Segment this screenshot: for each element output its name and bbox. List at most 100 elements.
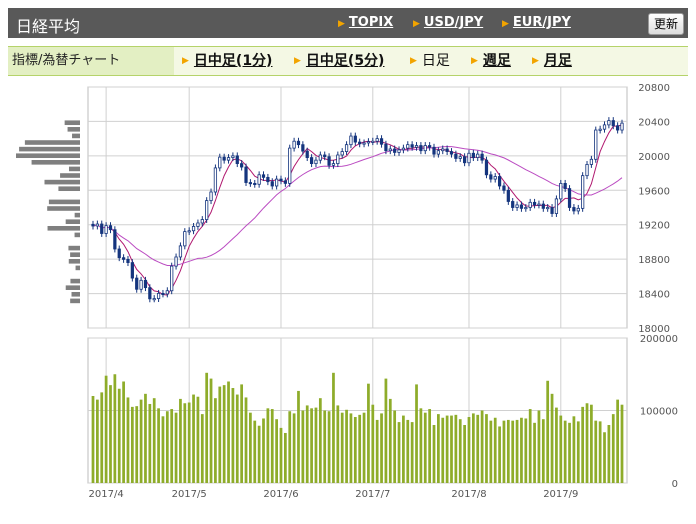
candle-body — [231, 155, 235, 158]
volume-bar — [253, 420, 257, 483]
volume-bar — [292, 413, 296, 483]
volume-bar — [533, 422, 536, 483]
candle-body — [616, 125, 620, 131]
month-label: 2017/9 — [543, 489, 578, 500]
candle-body — [270, 181, 274, 187]
candle-body — [248, 182, 253, 185]
volume-bar — [620, 404, 624, 483]
candle-body — [323, 154, 327, 158]
candle-body — [353, 135, 357, 143]
candle-body — [515, 204, 519, 208]
volume-bar — [581, 406, 585, 483]
volume-bar — [493, 417, 497, 483]
candle-body — [275, 178, 279, 187]
volume-bar — [266, 408, 270, 483]
volume-bar — [410, 422, 414, 483]
volume-bar — [183, 403, 187, 483]
volume-bar — [520, 417, 523, 483]
candle-body — [156, 292, 161, 299]
volume-bar — [450, 415, 453, 483]
candle-body — [576, 207, 580, 212]
volume-bar — [402, 415, 405, 483]
volume-bar — [524, 418, 528, 483]
profile-bar — [47, 206, 80, 211]
candle-body — [130, 262, 134, 279]
volume-bar — [568, 422, 571, 483]
profile-bar — [19, 146, 80, 152]
volume-bar — [550, 393, 554, 483]
candle-body — [183, 231, 187, 247]
candle-body — [401, 147, 406, 151]
candle-body — [91, 223, 95, 227]
profile-bar — [68, 258, 80, 264]
volume-bar — [262, 418, 265, 483]
candle-body — [362, 142, 366, 145]
price-tick-label: 19200 — [638, 221, 670, 232]
candle-body — [283, 180, 287, 184]
volume-bar — [480, 410, 484, 483]
volume-bar — [506, 419, 510, 483]
candle-body — [235, 155, 239, 165]
volume-tick-label: 200000 — [640, 334, 678, 345]
candle-body — [449, 151, 454, 155]
candle-body — [550, 207, 554, 214]
profile-bar — [44, 179, 80, 185]
volume-bar — [528, 409, 532, 483]
candle-body — [318, 154, 322, 161]
volume-bar — [406, 419, 410, 483]
volume-bar — [323, 410, 327, 483]
candle-body — [161, 292, 165, 295]
volume-bar — [441, 417, 445, 483]
volume-bar — [179, 398, 182, 483]
volume-bar — [100, 392, 104, 483]
candle-body — [104, 225, 108, 234]
volume-bar — [384, 378, 388, 483]
candle-body — [288, 147, 292, 184]
candle-body — [528, 201, 532, 208]
profile-bar — [68, 245, 80, 251]
candle-body — [113, 229, 117, 250]
candle-body — [126, 259, 130, 263]
volume-bar — [222, 385, 226, 483]
volume-bar — [170, 409, 174, 483]
volume-bar — [196, 396, 200, 483]
volume-bar — [130, 406, 134, 483]
volume-bar — [349, 413, 353, 483]
volume-bar — [467, 417, 471, 483]
candle-body — [532, 201, 537, 206]
volume-bar — [563, 420, 567, 483]
volume-bar — [104, 375, 108, 483]
candle-body — [240, 163, 244, 168]
candle-body — [327, 156, 331, 166]
candle-body — [572, 207, 576, 212]
profile-bar — [70, 278, 80, 284]
candle-body — [213, 167, 218, 193]
profile-bar — [70, 298, 80, 304]
candle-body — [581, 175, 585, 209]
volume-bar — [314, 407, 318, 483]
volume-bar — [113, 374, 117, 483]
candle-body — [139, 279, 143, 290]
candle-body — [524, 207, 528, 210]
volume-bar — [126, 397, 130, 483]
candle-body — [585, 164, 589, 177]
candle-body — [476, 153, 480, 158]
candle-body — [428, 145, 432, 148]
candle-body — [414, 145, 419, 148]
volume-bar — [157, 408, 160, 483]
candle-body — [100, 223, 104, 234]
volume-bar — [301, 410, 305, 483]
candle-body — [170, 265, 174, 292]
volume-bar — [144, 393, 147, 483]
candle-body — [493, 176, 497, 180]
volume-bar — [227, 381, 230, 483]
profile-bar — [65, 219, 80, 225]
candle-body — [388, 148, 392, 152]
price-tick-label: 20000 — [638, 152, 670, 163]
profile-bar — [16, 153, 80, 159]
candle-body — [253, 182, 257, 185]
price-tick-label: 18400 — [638, 290, 670, 301]
nikkei-daily-chart: 1800018400188001920019600200002040020800… — [16, 83, 678, 500]
candle-body — [406, 144, 410, 149]
candle-body — [200, 219, 204, 224]
